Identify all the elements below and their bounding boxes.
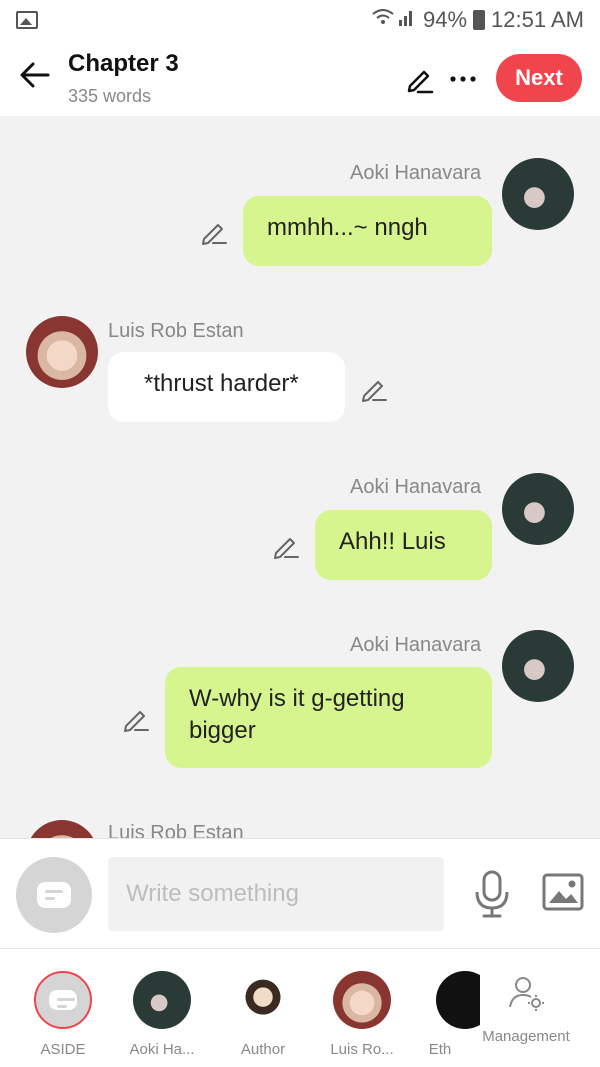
- message-input[interactable]: [108, 857, 444, 931]
- edit-message-icon[interactable]: [272, 531, 300, 559]
- battery-icon: [473, 10, 486, 30]
- wifi-signal-icon: [371, 6, 417, 34]
- character-eth[interactable]: Eth: [400, 971, 480, 1058]
- composer: [0, 838, 600, 948]
- message-bubble[interactable]: mmhh...~ nngh: [243, 196, 492, 266]
- user-settings-icon: [509, 977, 544, 1011]
- avatar-luis[interactable]: [26, 820, 98, 838]
- character-aside[interactable]: ASIDE: [18, 971, 108, 1058]
- word-count: 335 words: [68, 86, 152, 106]
- edit-message-icon[interactable]: [122, 704, 150, 732]
- character-luis[interactable]: Luis Ro...: [317, 971, 407, 1058]
- clock: 12:51 AM: [491, 7, 584, 32]
- management-label: Management: [482, 1028, 570, 1045]
- message-author: Aoki Hanavara: [350, 634, 482, 656]
- message-author: Luis Rob Estan: [108, 320, 244, 342]
- avatar-aoki[interactable]: [502, 473, 574, 545]
- avatar-aoki[interactable]: [502, 630, 574, 702]
- chat-area[interactable]: Aoki Hanavara mmhh...~ nngh Luis Rob Est…: [0, 116, 600, 838]
- status-bar: 94% 12:51 AM: [0, 0, 600, 40]
- message-bubble[interactable]: W-why is it g-getting bigger: [165, 667, 492, 768]
- more-options-icon[interactable]: [448, 64, 478, 94]
- aside-toggle-button[interactable]: [16, 857, 92, 933]
- chat-bubble-icon: [49, 990, 77, 1010]
- character-aoki[interactable]: Aoki Ha...: [117, 971, 207, 1058]
- message-author: Aoki Hanavara: [350, 476, 482, 498]
- avatar-luis[interactable]: [26, 316, 98, 388]
- message-bubble[interactable]: *thrust harder*: [108, 352, 345, 422]
- message-bubble[interactable]: Ahh!! Luis: [315, 510, 492, 580]
- character-author[interactable]: Author: [218, 971, 308, 1058]
- back-arrow-icon[interactable]: [18, 58, 52, 92]
- character-avatar: [133, 971, 191, 1029]
- battery-percent: 94%: [423, 7, 468, 32]
- edit-message-icon[interactable]: [200, 217, 228, 245]
- edit-message-icon[interactable]: [360, 374, 388, 402]
- character-avatar: [333, 971, 391, 1029]
- edit-pencil-icon[interactable]: [404, 64, 434, 94]
- next-button[interactable]: Next: [496, 54, 582, 102]
- character-label: Luis Ro...: [330, 1041, 394, 1058]
- message-author: Luis Rob Estan: [108, 822, 244, 838]
- gallery-notification-icon: [16, 11, 38, 29]
- message-author: Aoki Hanavara: [350, 162, 482, 184]
- character-label: ASIDE: [40, 1041, 86, 1058]
- character-avatar: [234, 971, 292, 1029]
- chapter-title: Chapter 3: [68, 50, 179, 77]
- character-label: Author: [240, 1041, 286, 1058]
- character-label: Eth: [428, 1041, 452, 1058]
- image-upload-icon[interactable]: [542, 873, 584, 911]
- character-label: Aoki Ha...: [129, 1041, 195, 1058]
- aside-avatar: [34, 971, 92, 1029]
- character-bar: ASIDE Aoki Ha... Author Luis Ro... Eth M…: [0, 948, 600, 1067]
- status-right: 94% 12:51 AM: [371, 6, 584, 34]
- chat-bubble-icon: [37, 882, 71, 908]
- header: Chapter 3 335 words Next: [0, 40, 600, 116]
- character-avatar: [436, 971, 480, 1029]
- management-button[interactable]: Management: [478, 975, 574, 1045]
- microphone-icon[interactable]: [472, 869, 512, 919]
- avatar-aoki[interactable]: [502, 158, 574, 230]
